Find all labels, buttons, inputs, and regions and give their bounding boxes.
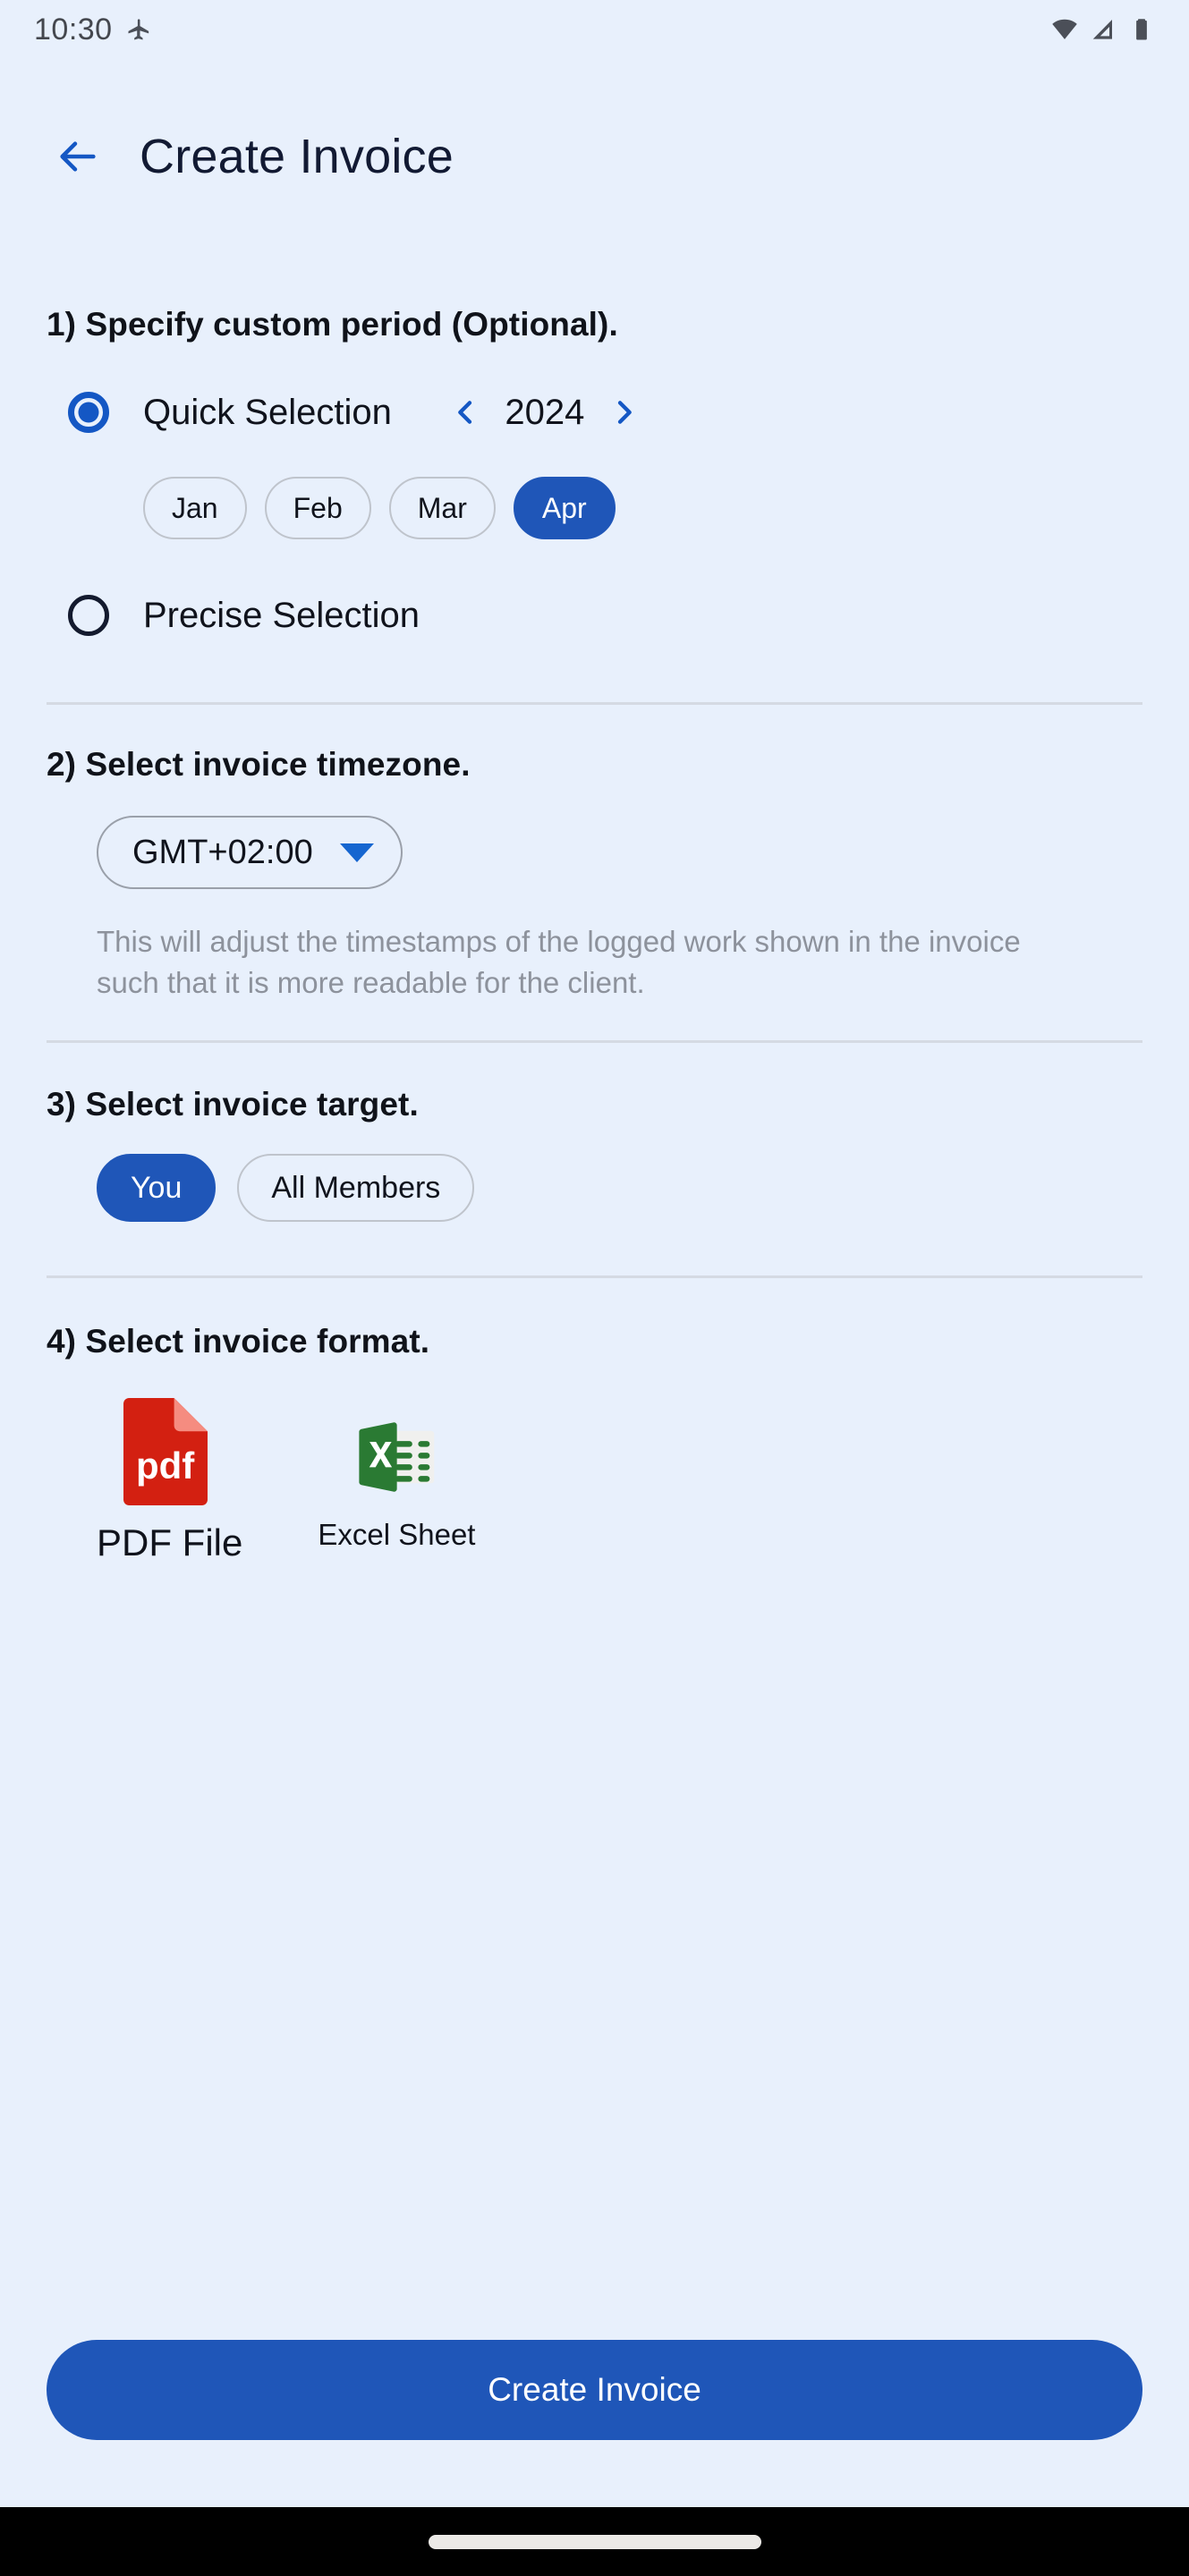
battery-icon [1128, 16, 1155, 43]
month-chip-apr[interactable]: Apr [513, 477, 616, 539]
radio-quick-selection-label: Quick Selection [143, 392, 392, 432]
section-timezone: 2) Select invoice timezone. GMT+02:00 Th… [47, 705, 1142, 1044]
excel-file-icon [350, 1411, 443, 1504]
status-bar-clock: 10:30 [34, 12, 113, 47]
radio-precise-selection-label: Precise Selection [143, 595, 420, 635]
section3-title: 3) Select invoice target. [47, 1086, 419, 1123]
year-prev-button[interactable] [440, 387, 490, 437]
year-stepper: 2024 [440, 387, 650, 437]
section4-title: 4) Select invoice format. [47, 1323, 430, 1360]
month-chip-mar[interactable]: Mar [388, 477, 496, 539]
month-chip-feb[interactable]: Feb [264, 477, 371, 539]
phone-screen: 10:30 Create Invoice 1) Specify custom p… [0, 0, 1189, 2576]
section-target: 3) Select invoice target. You All Member… [47, 1043, 1142, 1279]
year-next-button[interactable] [599, 387, 650, 437]
timezone-dropdown[interactable]: GMT+02:00 [97, 816, 403, 889]
page-title: Create Invoice [140, 130, 454, 183]
pdf-file-icon: pdf [116, 1396, 224, 1507]
section-format: 4) Select invoice format. pdf PDF File E… [47, 1278, 1142, 1564]
signal-icon [1090, 16, 1117, 43]
format-option-excel[interactable]: Excel Sheet [318, 1396, 475, 1552]
system-navigation-bar [0, 2507, 1189, 2576]
chevron-right-icon [609, 397, 640, 428]
wifi-icon [1051, 16, 1078, 43]
quick-selection-row: Quick Selection 2024 [47, 379, 1142, 445]
create-invoice-button[interactable]: Create Invoice [47, 2340, 1142, 2440]
format-option-pdf[interactable]: pdf PDF File [97, 1396, 242, 1564]
flight-mode-icon [127, 17, 152, 42]
main-content: 1) Specify custom period (Optional). Qui… [0, 206, 1189, 1564]
section1-title: 1) Specify custom period (Optional). [47, 306, 618, 343]
precise-selection-row: Precise Selection [47, 582, 1142, 648]
radio-precise-selection[interactable] [68, 595, 109, 636]
svg-text:pdf: pdf [136, 1445, 195, 1487]
format-label-excel: Excel Sheet [318, 1518, 476, 1552]
app-bar: Create Invoice [0, 107, 1189, 206]
timezone-helper-text: This will adjust the timestamps of the l… [97, 925, 1021, 999]
arrow-back-icon [55, 133, 101, 180]
radio-quick-selection[interactable] [68, 392, 109, 433]
target-chip-group: You All Members [97, 1154, 1142, 1223]
chevron-left-icon [450, 397, 480, 428]
cta-container: Create Invoice [47, 2340, 1142, 2440]
section2-title: 2) Select invoice timezone. [47, 746, 471, 783]
month-chip-jan[interactable]: Jan [143, 477, 247, 539]
format-option-group: pdf PDF File Excel Sheet [97, 1396, 1142, 1564]
status-bar: 10:30 [0, 0, 1189, 59]
section-custom-period: 1) Specify custom period (Optional). Qui… [47, 206, 1142, 705]
target-chip-all-members[interactable]: All Members [237, 1154, 475, 1223]
timezone-value: GMT+02:00 [132, 833, 313, 871]
home-gesture-handle[interactable] [428, 2534, 761, 2549]
status-bar-left: 10:30 [34, 13, 152, 47]
status-bar-right [1051, 16, 1155, 43]
target-chip-you[interactable]: You [97, 1154, 217, 1223]
year-value: 2024 [505, 392, 585, 432]
chevron-down-icon [339, 843, 374, 862]
back-button[interactable] [50, 129, 106, 184]
format-label-pdf: PDF File [97, 1521, 243, 1564]
month-chip-group: Jan Feb Mar Apr [143, 477, 1142, 539]
